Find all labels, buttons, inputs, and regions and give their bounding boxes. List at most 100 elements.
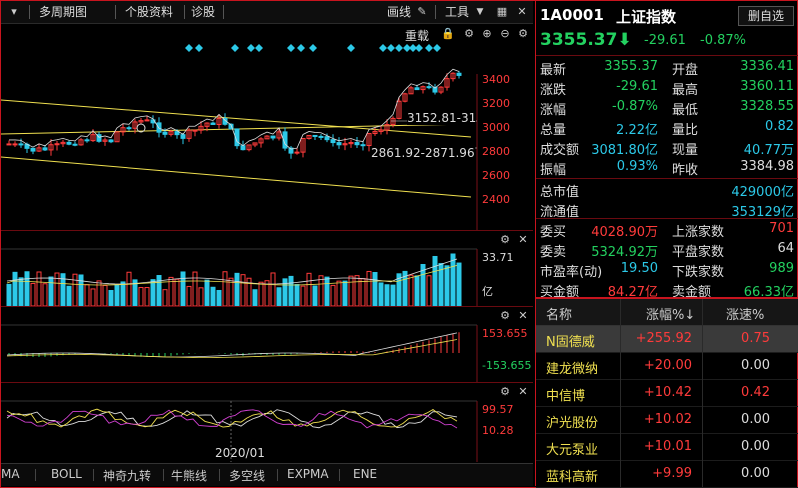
signal-diamond <box>415 44 423 52</box>
pencil-icon[interactable]: ✎ <box>415 5 429 19</box>
stock-name: 大元泵业 <box>546 443 599 458</box>
volume-bar <box>36 271 42 306</box>
col-change-pct[interactable]: 涨幅%↓ <box>646 304 695 323</box>
quote-label: 昨收 <box>672 163 699 178</box>
stock-speed: 0.75 <box>741 331 770 346</box>
chevron-down-icon[interactable]: ▼ <box>473 5 487 19</box>
stock-info-button[interactable]: 个股资料 <box>125 3 173 21</box>
volume-bar <box>72 273 78 306</box>
candle-body <box>84 139 90 142</box>
book-row: 买金额 84.27亿 卖金额 66.33亿 <box>536 279 798 300</box>
stock-speed: 0.00 <box>741 358 770 373</box>
quote-value: 3328.55 <box>740 99 794 114</box>
tab-ma[interactable]: MA <box>1 467 20 481</box>
book-label: 委买 <box>540 225 567 240</box>
annotation-low: 2861.92-2871.96 <box>371 146 475 160</box>
col-name[interactable]: 名称 <box>546 304 572 323</box>
tools-button[interactable]: 工具 <box>445 3 469 21</box>
candle-body <box>72 143 78 146</box>
candle-body <box>66 141 72 145</box>
candle-body <box>6 143 12 146</box>
stock-change-pct: +10.42 <box>643 385 692 400</box>
list-item[interactable]: 中信博 +10.42 0.42 <box>536 380 798 407</box>
multi-period-button[interactable]: 多周期图 <box>39 3 87 21</box>
candle-body <box>108 139 114 143</box>
list-item[interactable]: 建龙微纳 +20.00 0.00 <box>536 353 798 380</box>
quote-panel: 1A0001 上证指数 删自选 3355.37⬇ -29.61 -0.87% 最… <box>535 1 798 488</box>
tab-long-short[interactable]: 多空线 <box>229 467 265 484</box>
volume-bar <box>120 281 126 306</box>
quote-value: 3360.11 <box>740 79 794 94</box>
volume-panel: ⚙ ✕ 33.71 亿 <box>1 231 533 307</box>
chart-area: ▾ 多周期图 个股资料 诊股 画线 ✎ 工具 ▼ ▦ ✕ 重载 🔒 ⚙ ⊕ ⊖ … <box>1 1 533 486</box>
stock-change-pct: +10.01 <box>643 439 692 454</box>
signal-diamond <box>387 44 395 52</box>
tab-expma[interactable]: EXPMA <box>287 467 329 481</box>
tab-ene[interactable]: ENE <box>353 467 377 481</box>
volume-bar <box>6 283 12 306</box>
stock-change-pct: +9.99 <box>652 466 692 481</box>
tab-bull-bear[interactable]: 牛熊线 <box>171 467 207 484</box>
candle-body <box>270 135 276 139</box>
signal-diamond <box>379 44 387 52</box>
signal-diamond <box>425 44 433 52</box>
book-label: 上涨家数 <box>672 225 725 240</box>
volume-bar <box>84 284 90 306</box>
quote-label: 量比 <box>672 123 699 138</box>
list-item[interactable]: 沪光股份 +10.02 0.00 <box>536 407 798 434</box>
volume-unit: 亿 <box>482 285 493 298</box>
candle-body <box>324 136 330 141</box>
candle-body <box>336 142 342 146</box>
signal-diamond <box>247 44 255 52</box>
volume-bar <box>102 284 108 306</box>
cap-label: 总市值 <box>540 185 580 200</box>
book-row: 市盈率(动) 19.50 下跌家数 989 <box>536 259 798 280</box>
volume-bar <box>294 284 300 306</box>
quote-value: 0.93% <box>616 159 658 174</box>
candle-body <box>144 119 150 122</box>
volume-bar <box>300 285 306 306</box>
remove-watchlist-button[interactable]: 删自选 <box>738 6 794 26</box>
quote-value: -0.87% <box>612 99 658 114</box>
candle-body <box>240 145 246 151</box>
quote-label: 涨跌 <box>540 83 567 98</box>
stock-code: 1A0001 <box>540 6 604 24</box>
list-item[interactable]: 大元泵业 +10.01 0.00 <box>536 434 798 461</box>
candle-body <box>174 131 180 136</box>
dropdown-icon[interactable]: ▾ <box>7 5 21 19</box>
tab-nine-turn[interactable]: 神奇九转 <box>103 467 151 484</box>
volume-ma <box>6 258 458 285</box>
quote-value: 3384.98 <box>740 159 794 174</box>
list-header: 名称 涨幅%↓ 涨速% <box>536 299 798 326</box>
candle-body <box>42 147 48 151</box>
kdj-top-value: 99.57 <box>482 403 514 416</box>
diagnose-button[interactable]: 诊股 <box>191 3 215 21</box>
volume-bar <box>444 265 450 306</box>
volume-bar <box>234 272 240 306</box>
kdj-bottom-value: 10.28 <box>482 424 514 437</box>
close-icon[interactable]: ✕ <box>515 5 529 19</box>
candle-body <box>294 151 300 154</box>
stock-speed: 0.00 <box>741 466 770 481</box>
volume-bar <box>390 284 396 306</box>
volume-bar <box>108 290 114 306</box>
quote-row: 总量 2.22亿 量比 0.82 <box>536 117 798 138</box>
tab-boll[interactable]: BOLL <box>51 467 82 481</box>
quote-label: 开盘 <box>672 63 699 78</box>
book-row: 委买 4028.90万 上涨家数 701 <box>536 219 798 240</box>
volume-bar <box>138 287 144 306</box>
volume-bar <box>252 289 258 306</box>
grid-icon[interactable]: ▦ <box>495 5 509 19</box>
quote-label: 最高 <box>672 83 699 98</box>
list-item[interactable]: 蓝科高新 +9.99 0.00 <box>536 461 798 488</box>
volume-bar <box>288 275 294 306</box>
volume-bar <box>450 253 456 306</box>
col-speed[interactable]: 涨速% <box>726 304 764 323</box>
draw-line-button[interactable]: 画线 <box>387 3 411 21</box>
candle-body <box>210 122 216 125</box>
volume-bar <box>144 287 150 306</box>
list-item[interactable]: N固德威 +255.92 0.75 <box>536 326 798 353</box>
signal-diamond <box>287 44 295 52</box>
price-change-pct: -0.87% <box>700 33 746 48</box>
stock-speed: 0.00 <box>741 439 770 454</box>
